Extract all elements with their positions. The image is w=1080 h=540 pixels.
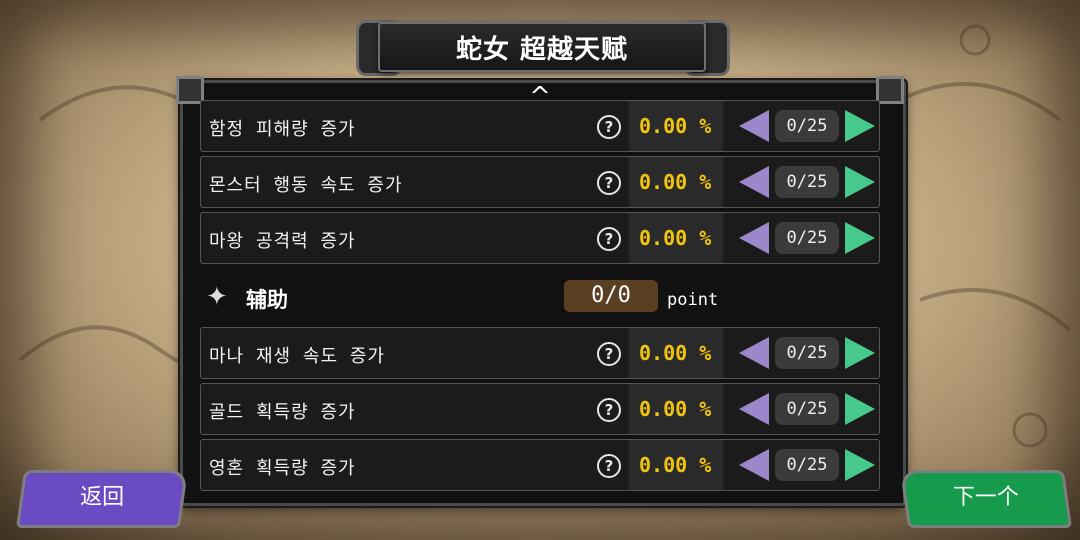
talent-level: 0/25	[775, 166, 839, 198]
sparkle-icon: ✦	[206, 282, 228, 312]
talent-row: 마나 재생 속도 증가 ? 0.00 % 0/25	[200, 327, 880, 379]
increase-arrow-icon[interactable]	[845, 449, 875, 481]
talent-label: 함정 피해량 증가	[209, 119, 356, 140]
talent-row: 몬스터 행동 속도 증가 ? 0.00 % 0/25	[200, 156, 880, 208]
talent-value-box: 0.00 %	[629, 157, 723, 207]
help-icon[interactable]: ?	[597, 398, 621, 422]
decrease-arrow-icon[interactable]	[739, 110, 769, 142]
talent-value-box: 0.00 %	[629, 213, 723, 263]
talent-value-box: 0.00 %	[629, 384, 723, 434]
decrease-arrow-icon[interactable]	[739, 166, 769, 198]
talent-value: 0.00 %	[639, 341, 712, 365]
points-unit: point	[667, 290, 719, 310]
help-icon[interactable]: ?	[597, 115, 621, 139]
section-title: 辅助	[246, 288, 288, 312]
talent-level: 0/25	[775, 222, 839, 254]
increase-arrow-icon[interactable]	[845, 222, 875, 254]
talent-row: 골드 획득량 증가 ? 0.00 % 0/25	[200, 383, 880, 435]
decrease-arrow-icon[interactable]	[739, 449, 769, 481]
talent-row: 마왕 공격력 증가 ? 0.00 % 0/25	[200, 212, 880, 264]
increase-arrow-icon[interactable]	[845, 393, 875, 425]
help-icon[interactable]: ?	[597, 227, 621, 251]
decrease-arrow-icon[interactable]	[739, 222, 769, 254]
help-icon[interactable]: ?	[597, 454, 621, 478]
next-button-label: 下一个	[952, 485, 1019, 510]
panel-corner-top-right	[876, 76, 904, 104]
title-plate: 蛇女 超越天赋	[378, 22, 706, 72]
increase-arrow-icon[interactable]	[845, 110, 875, 142]
talent-value: 0.00 %	[639, 170, 712, 194]
talent-label: 영혼 획득량 증가	[209, 458, 356, 479]
talent-value: 0.00 %	[639, 453, 712, 477]
talent-label: 마나 재생 속도 증가	[209, 346, 385, 367]
talent-value-box: 0.00 %	[629, 440, 723, 490]
talent-level: 0/25	[775, 110, 839, 142]
help-icon[interactable]: ?	[597, 342, 621, 366]
page-title: 蛇女 超越天赋	[455, 34, 629, 65]
talent-value-box: 0.00 %	[629, 328, 723, 378]
increase-arrow-icon[interactable]	[845, 166, 875, 198]
back-button-label: 返回	[80, 485, 125, 510]
help-icon[interactable]: ?	[597, 171, 621, 195]
talent-label: 마왕 공격력 증가	[209, 231, 356, 252]
talent-level: 0/25	[775, 393, 839, 425]
talent-value-box: 0.00 %	[629, 101, 723, 151]
talent-value: 0.00 %	[639, 226, 712, 250]
talent-label: 몬스터 행동 속도 증가	[209, 175, 403, 196]
talent-level: 0/25	[775, 449, 839, 481]
talent-value: 0.00 %	[639, 114, 712, 138]
increase-arrow-icon[interactable]	[845, 337, 875, 369]
section-header: ✦ 辅助 0/0 point	[200, 274, 880, 320]
decrease-arrow-icon[interactable]	[739, 393, 769, 425]
points-counter: 0/0	[564, 280, 658, 312]
talent-row: 영혼 획득량 증가 ? 0.00 % 0/25	[200, 439, 880, 491]
back-button[interactable]: 返回	[15, 470, 189, 528]
next-button[interactable]: 下一个	[899, 470, 1073, 528]
talent-value: 0.00 %	[639, 397, 712, 421]
talent-level: 0/25	[775, 337, 839, 369]
talent-label: 골드 획득량 증가	[209, 402, 356, 423]
panel-corner-top-left	[176, 76, 204, 104]
talent-row: 함정 피해량 증가 ? 0.00 % 0/25	[200, 100, 880, 152]
decrease-arrow-icon[interactable]	[739, 337, 769, 369]
